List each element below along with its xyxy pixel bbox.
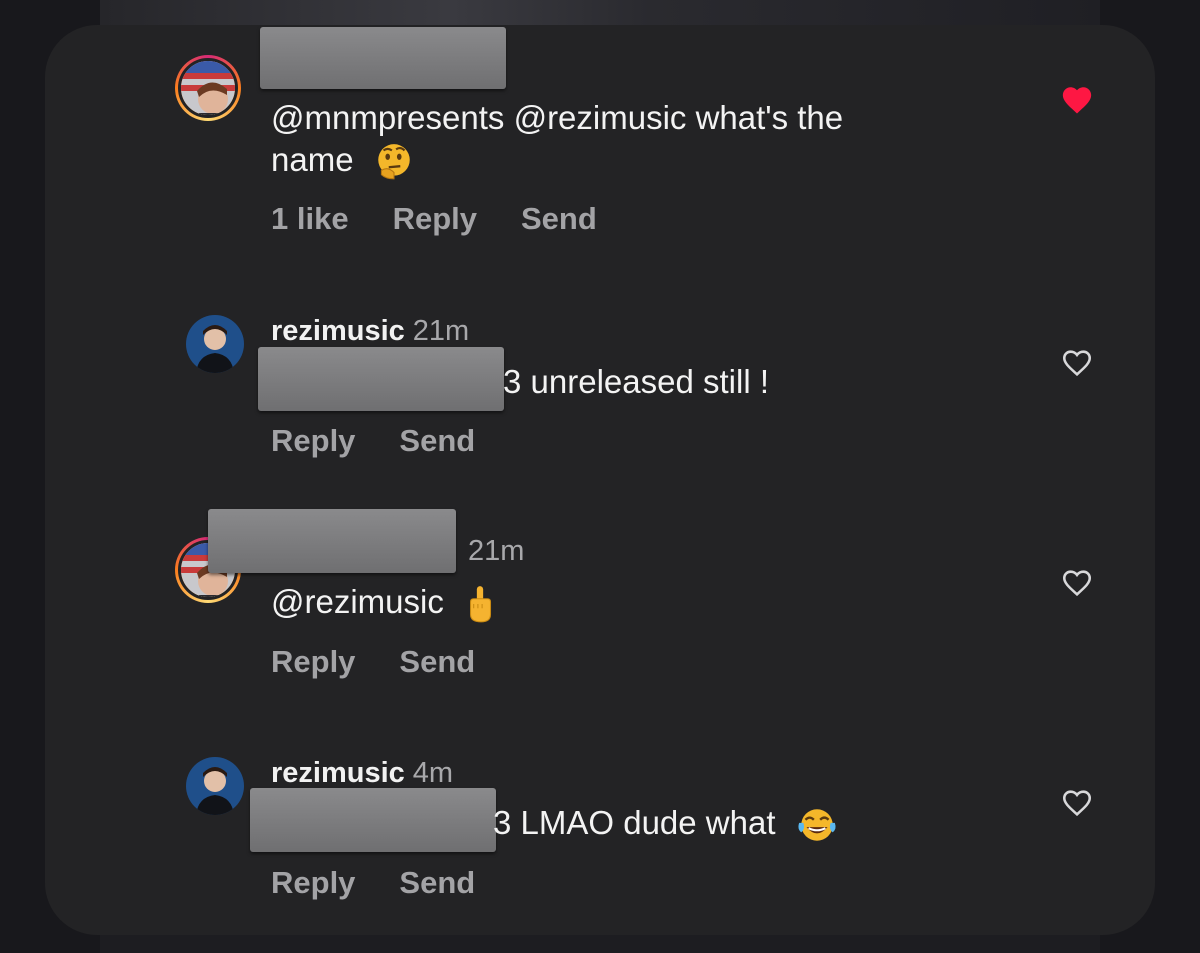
avatar-image-icon bbox=[186, 757, 244, 815]
heart-outline-icon[interactable] bbox=[1060, 786, 1094, 820]
avatar-image-icon bbox=[181, 61, 235, 115]
comment-text: 3 LMAO dude what bbox=[493, 802, 839, 846]
heart-filled-icon[interactable] bbox=[1060, 83, 1094, 117]
timestamp: 21m bbox=[468, 535, 525, 567]
comment-actions: Reply Send bbox=[271, 644, 475, 680]
avatar[interactable] bbox=[186, 757, 244, 815]
comment-text-line2: name bbox=[271, 141, 354, 178]
comment-actions: 1 like Reply Send bbox=[271, 201, 597, 237]
redacted-username bbox=[208, 509, 456, 573]
avatar-image-icon bbox=[186, 315, 244, 373]
comment-actions: Reply Send bbox=[271, 423, 475, 459]
username[interactable]: rezimusic 21m bbox=[271, 315, 469, 348]
send-button[interactable]: Send bbox=[399, 644, 475, 680]
comment-text: 3 unreleased still ! bbox=[503, 361, 769, 403]
reply-button[interactable]: Reply bbox=[271, 423, 355, 459]
reply-button[interactable]: Reply bbox=[271, 644, 355, 680]
heart-outline-icon[interactable] bbox=[1060, 346, 1094, 380]
comment-text: @mnmpresents @rezimusic what's the name bbox=[271, 97, 843, 183]
username[interactable]: rezimusic 4m bbox=[271, 757, 453, 790]
send-button[interactable]: Send bbox=[521, 201, 597, 237]
comment-actions: Reply Send bbox=[271, 865, 475, 901]
pointing-up-icon bbox=[470, 586, 492, 623]
timestamp: 4m bbox=[412, 757, 454, 789]
comment-text-body: unreleased still ! bbox=[530, 363, 769, 400]
heart-outline-icon[interactable] bbox=[1060, 566, 1094, 600]
comment-text-line1: @mnmpresents @rezimusic what's the bbox=[271, 99, 844, 136]
mention-link[interactable]: @rezimusic bbox=[271, 583, 444, 620]
username-text[interactable]: rezimusic bbox=[271, 757, 405, 789]
timestamp: 21m bbox=[412, 315, 470, 347]
reply-button[interactable]: Reply bbox=[271, 865, 355, 901]
comment-text-body: LMAO dude what bbox=[520, 804, 776, 841]
avatar[interactable] bbox=[175, 55, 241, 121]
comments-card: @mnmpresents @rezimusic what's the name … bbox=[45, 25, 1155, 935]
username-text[interactable]: rezimusic bbox=[271, 315, 405, 347]
comment-text-prefix: 3 bbox=[493, 804, 512, 841]
comment-text-prefix: 3 bbox=[503, 363, 522, 400]
tears-of-joy-icon bbox=[798, 809, 836, 842]
redacted-text bbox=[258, 347, 504, 411]
avatar-image bbox=[178, 58, 238, 118]
avatar[interactable] bbox=[186, 315, 244, 373]
likes-count[interactable]: 1 like bbox=[271, 201, 349, 237]
thinking-face-icon bbox=[377, 144, 410, 180]
send-button[interactable]: Send bbox=[399, 865, 475, 901]
redacted-username bbox=[260, 27, 506, 89]
reply-button[interactable]: Reply bbox=[393, 201, 477, 237]
comment-text: @rezimusic bbox=[271, 581, 497, 625]
redacted-text bbox=[250, 788, 496, 852]
send-button[interactable]: Send bbox=[399, 423, 475, 459]
